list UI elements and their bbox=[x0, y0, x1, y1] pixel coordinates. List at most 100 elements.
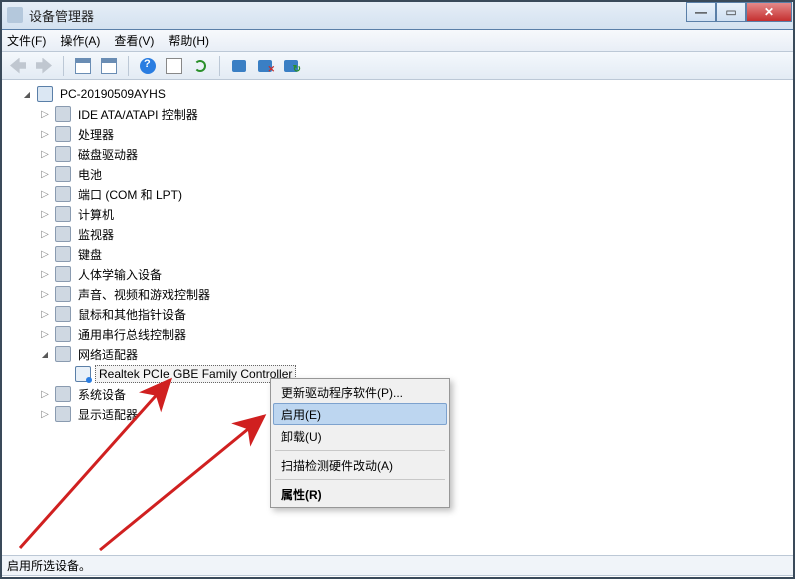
tree-category-label[interactable]: 网络适配器 bbox=[75, 345, 141, 364]
expand-arrow-icon[interactable] bbox=[39, 249, 51, 260]
view-mode-1-button[interactable] bbox=[72, 55, 94, 77]
close-button[interactable] bbox=[746, 2, 792, 22]
disable-device-button[interactable] bbox=[254, 55, 276, 77]
expand-arrow-icon[interactable] bbox=[39, 209, 51, 220]
tree-category[interactable]: 电池 bbox=[3, 164, 792, 184]
tree-category[interactable]: 键盘 bbox=[3, 244, 792, 264]
tree-root[interactable]: PC-20190509AYHS bbox=[3, 84, 792, 104]
tree-category-label[interactable]: 鼠标和其他指针设备 bbox=[75, 305, 189, 324]
expand-arrow-icon[interactable] bbox=[39, 309, 51, 320]
tree-category[interactable]: 鼠标和其他指针设备 bbox=[3, 304, 792, 324]
category-icon bbox=[55, 406, 71, 422]
expand-arrow-icon[interactable] bbox=[39, 389, 51, 400]
category-icon bbox=[55, 306, 71, 322]
tree-category-label[interactable]: 通用串行总线控制器 bbox=[75, 325, 189, 344]
expand-arrow-icon[interactable] bbox=[39, 289, 51, 300]
tree-category-label[interactable]: 处理器 bbox=[75, 125, 117, 144]
expand-arrow-icon[interactable] bbox=[39, 350, 51, 359]
tree-category[interactable]: 网络适配器 bbox=[3, 344, 792, 364]
maximize-button[interactable] bbox=[716, 2, 746, 22]
expand-arrow-icon[interactable] bbox=[39, 169, 51, 180]
context-item-label: 扫描检测硬件改动(A) bbox=[281, 457, 393, 474]
view-mode-2-button[interactable] bbox=[98, 55, 120, 77]
minimize-button[interactable] bbox=[686, 2, 716, 22]
context-item-label: 卸载(U) bbox=[281, 428, 322, 445]
menu-help[interactable]: 帮助(H) bbox=[168, 32, 209, 49]
context-enable[interactable]: 启用(E) bbox=[273, 403, 447, 425]
context-separator bbox=[275, 479, 445, 480]
context-item-label: 更新驱动程序软件(P)... bbox=[281, 384, 403, 401]
expand-arrow-icon[interactable] bbox=[39, 329, 51, 340]
device-scan-icon bbox=[284, 60, 298, 72]
tree-category[interactable]: IDE ATA/ATAPI 控制器 bbox=[3, 104, 792, 124]
network-adapter-icon bbox=[75, 366, 91, 382]
tree-category-label[interactable]: 监视器 bbox=[75, 225, 117, 244]
expand-arrow-icon[interactable] bbox=[39, 229, 51, 240]
computer-icon bbox=[37, 86, 53, 102]
tree-category[interactable]: 处理器 bbox=[3, 124, 792, 144]
help-button[interactable] bbox=[137, 55, 159, 77]
tree-category-label[interactable]: 磁盘驱动器 bbox=[75, 145, 141, 164]
category-icon bbox=[55, 146, 71, 162]
update-driver-button[interactable] bbox=[228, 55, 250, 77]
toolbar-separator bbox=[63, 56, 64, 76]
category-icon bbox=[55, 106, 71, 122]
tree-category-label[interactable]: 系统设备 bbox=[75, 385, 129, 404]
view-icon bbox=[101, 58, 117, 74]
tree-category[interactable]: 磁盘驱动器 bbox=[3, 144, 792, 164]
expand-arrow-icon[interactable] bbox=[21, 90, 33, 99]
context-separator bbox=[275, 450, 445, 451]
context-update-driver[interactable]: 更新驱动程序软件(P)... bbox=[273, 381, 447, 403]
window-titlebar: 设备管理器 bbox=[0, 0, 795, 30]
menu-action[interactable]: 操作(A) bbox=[60, 32, 100, 49]
tree-category[interactable]: 声音、视频和游戏控制器 bbox=[3, 284, 792, 304]
tree-category-label[interactable]: 声音、视频和游戏控制器 bbox=[75, 285, 213, 304]
tree-root-label[interactable]: PC-20190509AYHS bbox=[57, 86, 169, 102]
properties-button[interactable] bbox=[163, 55, 185, 77]
context-uninstall[interactable]: 卸载(U) bbox=[273, 425, 447, 447]
forward-button[interactable] bbox=[33, 55, 55, 77]
statusbar: 启用所选设备。 bbox=[0, 556, 795, 576]
tree-category[interactable]: 通用串行总线控制器 bbox=[3, 324, 792, 344]
tree-category-label[interactable]: 端口 (COM 和 LPT) bbox=[75, 185, 185, 204]
category-icon bbox=[55, 326, 71, 342]
tree-category-label[interactable]: IDE ATA/ATAPI 控制器 bbox=[75, 105, 201, 124]
refresh-button[interactable] bbox=[189, 55, 211, 77]
tree-category[interactable]: 人体学输入设备 bbox=[3, 264, 792, 284]
expand-arrow-icon[interactable] bbox=[39, 129, 51, 140]
category-icon bbox=[55, 206, 71, 222]
toolbar-separator bbox=[219, 56, 220, 76]
device-disable-icon bbox=[258, 60, 272, 72]
tree-category-label[interactable]: 电池 bbox=[75, 165, 105, 184]
scan-hardware-button[interactable] bbox=[280, 55, 302, 77]
category-icon bbox=[55, 186, 71, 202]
window-title: 设备管理器 bbox=[29, 6, 794, 25]
back-button[interactable] bbox=[7, 55, 29, 77]
menu-view[interactable]: 查看(V) bbox=[114, 32, 154, 49]
device-icon bbox=[232, 60, 246, 72]
category-icon bbox=[55, 126, 71, 142]
context-scan-hardware[interactable]: 扫描检测硬件改动(A) bbox=[273, 454, 447, 476]
tree-device-label[interactable]: Realtek PCIe GBE Family Controller bbox=[95, 365, 296, 383]
tree-category-label[interactable]: 键盘 bbox=[75, 245, 105, 264]
toolbar bbox=[0, 52, 795, 80]
tree-category-label[interactable]: 人体学输入设备 bbox=[75, 265, 165, 284]
context-properties[interactable]: 属性(R) bbox=[273, 483, 447, 505]
tree-category-label[interactable]: 显示适配器 bbox=[75, 405, 141, 424]
expand-arrow-icon[interactable] bbox=[39, 149, 51, 160]
category-icon bbox=[55, 246, 71, 262]
tree-category-label[interactable]: 计算机 bbox=[75, 205, 117, 224]
menu-file[interactable]: 文件(F) bbox=[7, 32, 46, 49]
expand-arrow-icon[interactable] bbox=[39, 409, 51, 420]
forward-icon bbox=[36, 58, 52, 74]
expand-arrow-icon[interactable] bbox=[39, 189, 51, 200]
tree-category[interactable]: 计算机 bbox=[3, 204, 792, 224]
tree-category[interactable]: 端口 (COM 和 LPT) bbox=[3, 184, 792, 204]
category-icon bbox=[55, 266, 71, 282]
expand-arrow-icon[interactable] bbox=[39, 269, 51, 280]
window-controls bbox=[686, 2, 792, 22]
context-item-label: 启用(E) bbox=[281, 406, 321, 423]
expand-arrow-icon[interactable] bbox=[39, 109, 51, 120]
tree-category[interactable]: 监视器 bbox=[3, 224, 792, 244]
back-icon bbox=[10, 58, 26, 74]
